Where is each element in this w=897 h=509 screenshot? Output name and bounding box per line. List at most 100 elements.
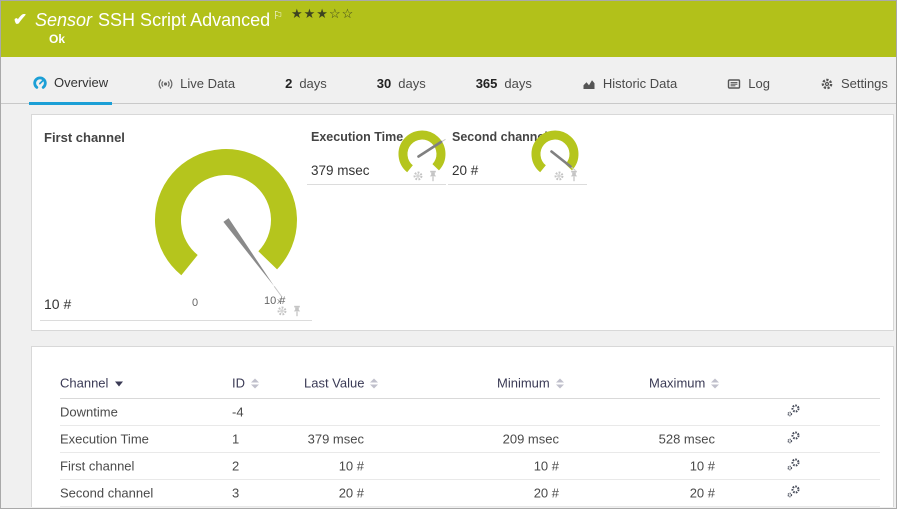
gauge-tile-second-channel: Second channel 20 # <box>448 123 587 185</box>
pin-icon[interactable] <box>428 170 438 182</box>
column-label: Last Value <box>304 375 365 390</box>
tab-365-days[interactable]: 365 days <box>472 63 536 104</box>
gauges-panel: First channel x 10 # 0 10 # Execution Ti… <box>31 114 894 331</box>
tab-overview[interactable]: Overview <box>29 63 113 105</box>
table-row: First channel 2 10 # 10 # 10 # <box>60 453 880 480</box>
column-header-last-value[interactable]: Last Value <box>304 375 379 390</box>
channel-name[interactable]: Downtime <box>60 405 118 420</box>
channel-gears-icon <box>787 404 800 417</box>
channel-name[interactable]: First channel <box>60 459 134 474</box>
column-header-channel[interactable]: Channel <box>60 375 124 390</box>
tab-live-data[interactable]: Live Data <box>154 63 239 104</box>
channel-gears-icon <box>787 458 800 471</box>
channel-maximum: 528 msec <box>658 431 715 447</box>
table-row: Downtime -4 <box>60 399 880 426</box>
column-header-minimum[interactable]: Minimum <box>497 375 564 390</box>
stars-filled-icon[interactable]: ★★★ <box>291 6 329 21</box>
gauge-current-value: 10 # <box>44 296 72 312</box>
channel-last-value: 379 msec <box>307 431 364 447</box>
tab-label: Settings <box>840 76 888 91</box>
flag-icon[interactable]: ⚐ <box>273 10 283 22</box>
channel-id: -4 <box>232 404 244 420</box>
page-title: Sensor SSH Script Advanced ⚐ <box>35 9 283 31</box>
first-channel-gauge: x <box>154 149 297 306</box>
sort-icon <box>370 378 379 389</box>
channel-settings-button[interactable] <box>786 484 801 502</box>
tab-number: 365 <box>475 76 498 91</box>
pin-icon[interactable] <box>569 170 579 182</box>
channel-minimum: 209 msec <box>502 431 559 447</box>
tab-label: Live Data <box>180 76 236 91</box>
gauge-current-value: 379 msec <box>311 163 370 178</box>
gauge-scale-min: 0 <box>192 297 199 309</box>
sensor-status-header: ✔ Sensor SSH Script Advanced ⚐ ★★★☆☆ Ok <box>1 1 896 57</box>
tab-number: 2 <box>285 76 293 91</box>
channel-settings-button[interactable] <box>786 403 801 421</box>
channel-settings-button[interactable] <box>786 430 801 448</box>
sort-icon <box>711 378 720 389</box>
channel-settings-button[interactable] <box>786 457 801 475</box>
gauge-settings-gear-icon[interactable] <box>276 305 288 317</box>
sensor-name: SSH Script Advanced <box>98 10 271 30</box>
area-chart-icon <box>583 79 595 89</box>
channel-id: 3 <box>232 485 240 501</box>
channel-minimum: 20 # <box>533 485 559 501</box>
sort-desc-icon <box>115 381 124 387</box>
tab-2-days[interactable]: 2 days <box>281 63 331 104</box>
gauge-tile-execution-time: Execution Time 379 msec <box>307 123 446 185</box>
tab-number: 30 <box>376 76 392 91</box>
channel-minimum: 10 # <box>533 458 559 474</box>
table-header-row: Channel ID Last Value Minimum Maximum <box>60 367 880 399</box>
tab-settings[interactable]: Settings <box>816 63 892 104</box>
gauge-current-value: 20 # <box>452 163 479 178</box>
tab-30-days[interactable]: 30 days <box>373 63 430 104</box>
gauge-title: First channel <box>44 130 125 145</box>
table-row: Execution Time 1 379 msec 209 msec 528 m… <box>60 426 880 453</box>
sort-icon <box>555 378 564 389</box>
column-label: Minimum <box>497 375 550 390</box>
channel-last-value: 10 # <box>338 458 364 474</box>
gauge-tile-first-channel: First channel x 10 # 0 10 # <box>40 123 312 321</box>
channel-id: 2 <box>232 458 240 474</box>
status-badge: Ok <box>49 32 66 46</box>
gauge-settings-gear-icon[interactable] <box>412 170 424 182</box>
channel-gears-icon <box>787 485 800 498</box>
channel-maximum: 10 # <box>689 458 715 474</box>
tab-label: days <box>299 76 327 91</box>
tab-historic-data[interactable]: Historic Data <box>578 63 681 104</box>
object-kind-label: Sensor <box>35 10 93 30</box>
priority-stars[interactable]: ★★★☆☆ <box>291 6 354 22</box>
live-data-icon <box>158 78 173 89</box>
ok-check-icon: ✔ <box>13 10 28 29</box>
stars-empty-icon[interactable]: ☆☆ <box>329 6 354 21</box>
channels-table-panel: Channel ID Last Value Minimum Maximum Do… <box>31 346 894 507</box>
channel-gears-icon <box>787 431 800 444</box>
log-list-icon <box>728 78 741 89</box>
channel-name[interactable]: Second channel <box>60 486 153 501</box>
tab-label: days <box>398 76 426 91</box>
channel-maximum: 20 # <box>689 485 715 501</box>
table-row: Second channel 3 20 # 20 # 20 # <box>60 480 880 507</box>
channels-table: Channel ID Last Value Minimum Maximum Do… <box>60 367 880 507</box>
channel-last-value: 20 # <box>338 485 364 501</box>
channel-id: 1 <box>232 431 240 447</box>
column-label: Maximum <box>649 375 706 390</box>
tab-label: days <box>504 76 532 91</box>
sensor-page: ✔ Sensor SSH Script Advanced ⚐ ★★★☆☆ Ok Ov… <box>0 0 897 509</box>
gauge-title: Execution Time <box>311 130 404 144</box>
column-header-id[interactable]: ID <box>232 375 259 390</box>
gear-icon <box>821 78 833 89</box>
column-header-maximum[interactable]: Maximum <box>649 375 720 390</box>
tab-label: Historic Data <box>602 76 678 91</box>
gauge-settings-gear-icon[interactable] <box>553 170 565 182</box>
tab-label: Overview <box>54 75 109 90</box>
sort-icon <box>251 378 259 389</box>
gauge-icon <box>33 75 47 89</box>
tab-log[interactable]: Log <box>723 63 774 104</box>
column-label: Channel <box>60 375 109 390</box>
column-label: ID <box>232 375 245 390</box>
pin-icon[interactable] <box>292 305 302 317</box>
channel-name[interactable]: Execution Time <box>60 432 149 447</box>
tab-bar: Overview Live Data 2 days 30 days 365 da… <box>1 63 896 105</box>
tab-label: Log <box>748 76 770 91</box>
